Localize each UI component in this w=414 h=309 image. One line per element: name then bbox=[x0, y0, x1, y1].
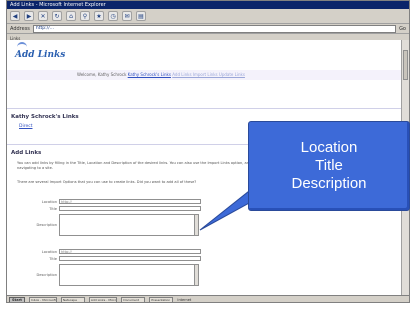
screenshot-frame: Add Links - Microsoft Internet Explorer … bbox=[0, 0, 414, 309]
textarea-scrollbar[interactable] bbox=[194, 215, 198, 235]
callout-line-title: Title bbox=[315, 157, 343, 174]
status-text: Internet bbox=[177, 298, 192, 302]
direct-link[interactable]: Direct bbox=[19, 124, 32, 129]
stop-icon[interactable]: ✕ bbox=[38, 11, 48, 21]
description-textarea[interactable] bbox=[59, 264, 199, 286]
title-label: Title bbox=[49, 256, 57, 261]
divider bbox=[7, 108, 403, 109]
location-input[interactable]: http:// bbox=[59, 249, 201, 254]
address-bar: Address http://... Go bbox=[7, 24, 409, 34]
home-icon[interactable]: ⌂ bbox=[66, 11, 76, 21]
print-icon[interactable]: ▤ bbox=[136, 11, 146, 21]
location-label: Location bbox=[41, 249, 57, 254]
title-label: Title bbox=[49, 206, 57, 211]
callout-line-location: Location bbox=[300, 139, 358, 156]
scrollbar-thumb[interactable] bbox=[403, 50, 408, 80]
taskbar-item[interactable]: Add Links - Micro bbox=[88, 297, 118, 302]
start-button[interactable]: Start bbox=[9, 297, 25, 302]
textarea-scrollbar[interactable] bbox=[194, 265, 198, 285]
location-input[interactable]: http:// bbox=[59, 199, 201, 204]
back-icon[interactable]: ◀ bbox=[10, 11, 20, 21]
favorites-icon[interactable]: ★ bbox=[94, 11, 104, 21]
description-label: Description bbox=[36, 273, 57, 277]
header-text: Welcome, Kathy Schrock Kathy Schrock's L… bbox=[77, 72, 245, 77]
page-logo: Add Links bbox=[15, 50, 66, 60]
form1-title-row: Title bbox=[17, 206, 201, 211]
taskbar-item[interactable]: Inbox - Microsoft bbox=[29, 297, 57, 302]
welcome-text: Welcome, Kathy Schrock bbox=[77, 72, 127, 77]
refresh-icon[interactable]: ↻ bbox=[52, 11, 62, 21]
forward-icon[interactable]: ▶ bbox=[24, 11, 34, 21]
header-link[interactable]: Kathy Schrock's Links bbox=[128, 72, 171, 77]
form1-description-row: Description bbox=[17, 214, 199, 236]
taskbar-item[interactable]: Netscape bbox=[60, 297, 85, 302]
taskbar-item[interactable]: Presentation bbox=[149, 297, 174, 302]
window-titlebar: Add Links - Microsoft Internet Explorer bbox=[7, 1, 409, 9]
form1-location-row: Location http:// bbox=[17, 199, 201, 204]
section-title-add-links: Add Links bbox=[11, 150, 42, 156]
description-textarea[interactable] bbox=[59, 214, 199, 236]
address-input[interactable]: http://... bbox=[32, 24, 397, 33]
address-label: Address bbox=[10, 25, 30, 32]
callout-text: Location Title Description bbox=[248, 139, 410, 193]
search-icon[interactable]: ⚲ bbox=[80, 11, 90, 21]
location-label: Location bbox=[41, 199, 57, 204]
title-input[interactable] bbox=[59, 256, 201, 261]
taskbar-item[interactable]: Document bbox=[121, 297, 146, 302]
form2-location-row: Location http:// bbox=[17, 249, 201, 254]
history-icon[interactable]: ◷ bbox=[108, 11, 118, 21]
browser-toolbar: ◀ ▶ ✕ ↻ ⌂ ⚲ ★ ◷ ✉ ▤ bbox=[7, 9, 409, 24]
go-button[interactable]: Go bbox=[399, 26, 406, 32]
description-label: Description bbox=[36, 223, 57, 227]
form2-title-row: Title bbox=[17, 256, 201, 261]
header-link-secondary[interactable]: Add Links Import Links Update Links bbox=[172, 72, 245, 77]
mail-icon[interactable]: ✉ bbox=[122, 11, 132, 21]
taskbar: Start Inbox - Microsoft Netscape Add Lin… bbox=[7, 295, 409, 302]
form2-description-row: Description bbox=[17, 264, 199, 286]
section-title-links: Kathy Schrock's Links bbox=[11, 114, 79, 120]
title-input[interactable] bbox=[59, 206, 201, 211]
callout-line-description: Description bbox=[291, 175, 367, 192]
